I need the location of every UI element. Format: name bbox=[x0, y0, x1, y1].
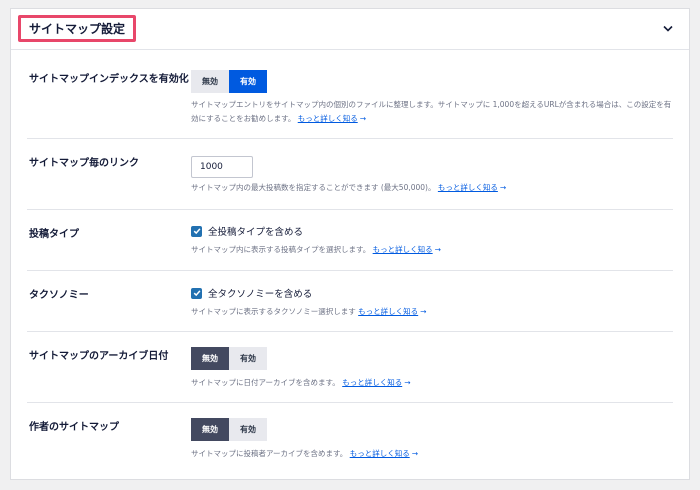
date-archive-toggle: 無効 有効 bbox=[191, 347, 267, 370]
arrow-right-icon: → bbox=[359, 114, 367, 123]
learn-more-link[interactable]: もっと詳しく知る bbox=[358, 307, 418, 316]
sitemap-index-toggle: 無効 有効 bbox=[191, 70, 267, 93]
setting-description: サイトマップに表示するタクソノミー選択します もっと詳しく知る → bbox=[191, 305, 675, 319]
arrow-right-icon: → bbox=[499, 183, 507, 192]
toggle-off-button[interactable]: 無効 bbox=[191, 70, 229, 93]
setting-label: タクソノミー bbox=[29, 290, 89, 301]
learn-more-link[interactable]: もっと詳しく知る bbox=[350, 449, 410, 458]
toggle-on-button[interactable]: 有効 bbox=[229, 418, 267, 441]
setting-label: サイトマップインデックスを有効化 bbox=[29, 74, 189, 85]
setting-description: サイトマップに日付アーカイブを含めます。 もっと詳しく知る → bbox=[191, 376, 675, 390]
setting-row-taxonomies: タクソノミー 全タクソノミーを含める サイトマップに表示するタクソノミー選択しま… bbox=[27, 270, 673, 332]
setting-row-date-archive: サイトマップのアーカイブ日付 無効 有効 サイトマップに日付アーカイブを含めます… bbox=[27, 331, 673, 403]
toggle-on-button[interactable]: 有効 bbox=[229, 347, 267, 370]
arrow-right-icon: → bbox=[434, 245, 441, 254]
links-input-wrapper bbox=[191, 154, 253, 178]
learn-more-link[interactable]: もっと詳しく知る bbox=[342, 378, 402, 387]
chevron-down-icon[interactable] bbox=[661, 21, 675, 35]
setting-description: サイトマップに投稿者アーカイブを含めます。 もっと詳しく知る → bbox=[191, 447, 675, 461]
include-all-taxonomies-checkbox[interactable]: 全タクソノミーを含める bbox=[191, 286, 312, 300]
toggle-off-button[interactable]: 無効 bbox=[191, 347, 229, 370]
description-text: サイトマップエントリをサイトマップ内の個別のファイルに整理します。サイトマップに… bbox=[191, 100, 672, 123]
links-per-sitemap-input[interactable] bbox=[191, 156, 253, 178]
setting-row-sitemap-index: サイトマップインデックスを有効化 無効 有効 サイトマップエントリをサイトマップ… bbox=[27, 50, 673, 139]
arrow-right-icon: → bbox=[420, 307, 427, 316]
setting-label: サイトマップ毎のリンク bbox=[29, 158, 139, 169]
learn-more-link[interactable]: もっと詳しく知る bbox=[298, 114, 358, 123]
description-text: サイトマップ内の最大投稿数を指定することができます (最大50,000)。 bbox=[191, 183, 436, 192]
setting-label: 作者のサイトマップ bbox=[29, 422, 119, 433]
include-all-post-types-checkbox[interactable]: 全投稿タイプを含める bbox=[191, 224, 303, 238]
learn-more-link[interactable]: もっと詳しく知る bbox=[373, 245, 433, 254]
checkbox-label: 全投稿タイプを含める bbox=[208, 227, 304, 238]
toggle-off-button[interactable]: 無効 bbox=[191, 418, 229, 441]
checkbox-label: 全タクソノミーを含める bbox=[208, 289, 313, 300]
setting-row-post-types: 投稿タイプ 全投稿タイプを含める サイトマップ内に表示する投稿タイプを選択します… bbox=[27, 209, 673, 271]
toggle-on-button[interactable]: 有効 bbox=[229, 70, 267, 93]
setting-row-author-sitemap: 作者のサイトマップ 無効 有効 サイトマップに投稿者アーカイブを含めます。 もっ… bbox=[27, 402, 673, 480]
setting-label: 投稿タイプ bbox=[29, 229, 79, 240]
author-sitemap-toggle: 無効 有効 bbox=[191, 418, 267, 441]
description-text: サイトマップに投稿者アーカイブを含めます。 bbox=[191, 449, 348, 458]
section-title: サイトマップ設定 bbox=[18, 15, 137, 42]
description-text: サイトマップに表示するタクソノミー選択します bbox=[191, 307, 356, 316]
setting-description: サイトマップ内の最大投稿数を指定することができます (最大50,000)。 もっ… bbox=[191, 181, 675, 195]
checkbox-checked-icon[interactable] bbox=[191, 287, 202, 299]
setting-description: サイトマップエントリをサイトマップ内の個別のファイルに整理します。サイトマップに… bbox=[191, 98, 675, 126]
description-text: サイトマップに日付アーカイブを含めます。 bbox=[191, 378, 340, 387]
sitemap-settings-panel: サイトマップ設定 サイトマップインデックスを有効化 無効 有効 サイトマップエン… bbox=[10, 8, 690, 480]
setting-label: サイトマップのアーカイブ日付 bbox=[29, 351, 169, 362]
panel-header[interactable]: サイトマップ設定 bbox=[11, 9, 689, 50]
setting-description: サイトマップ内に表示する投稿タイプを選択します。 もっと詳しく知る → bbox=[191, 243, 675, 257]
checkbox-checked-icon[interactable] bbox=[191, 225, 202, 237]
setting-row-links-per-sitemap: サイトマップ毎のリンク サイトマップ内の最大投稿数を指定することができます (最… bbox=[27, 138, 673, 210]
arrow-right-icon: → bbox=[411, 449, 418, 458]
arrow-right-icon: → bbox=[404, 378, 411, 387]
description-text: サイトマップ内に表示する投稿タイプを選択します。 bbox=[191, 245, 371, 254]
learn-more-link[interactable]: もっと詳しく知る bbox=[438, 183, 498, 192]
